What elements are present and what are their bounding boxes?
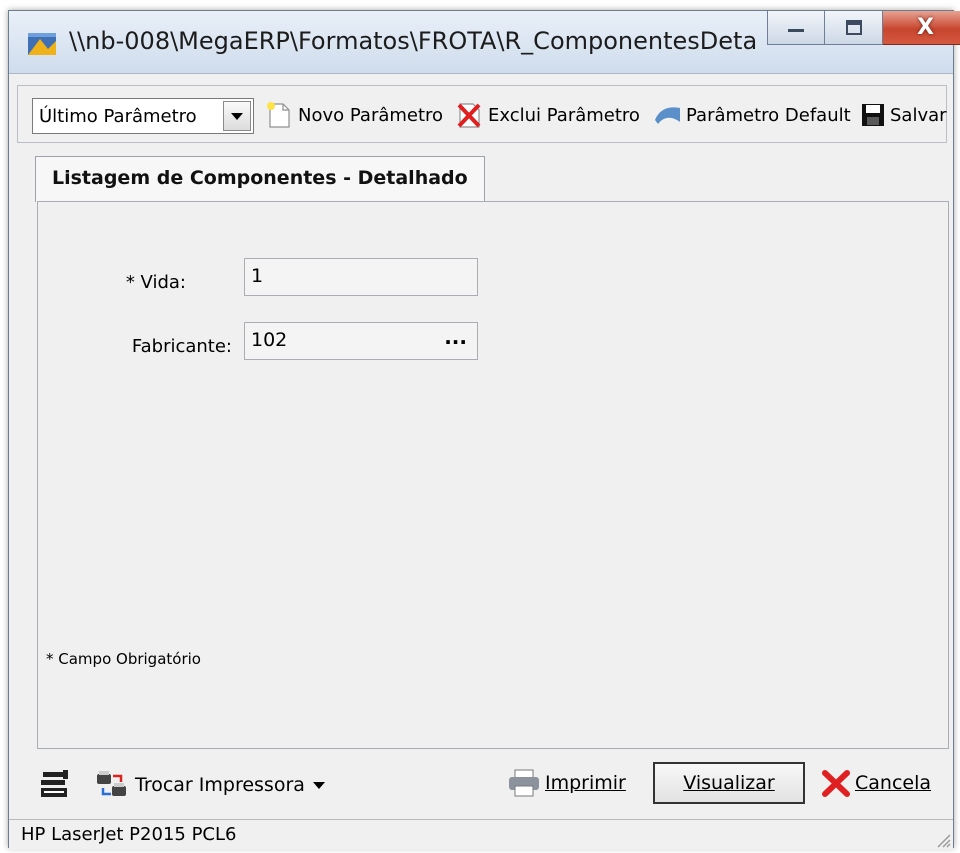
window-title: \\nb-008\MegaERP\Formatos\FROTA\R_Compon… — [69, 27, 759, 55]
current-printer: HP LaserJet P2015 PCL6 — [21, 824, 237, 845]
printer-setup-icon — [41, 770, 68, 797]
close-icon: X — [917, 15, 934, 40]
delete-parameter-label: Exclui Parâmetro — [488, 104, 640, 126]
vida-value: 1 — [251, 265, 264, 287]
floppy-disk-icon — [862, 104, 884, 126]
tab-panel: * Vida: 1 Fabricante: 102 ... * Campo Ob… — [37, 201, 949, 749]
new-parameter-button[interactable]: Novo Parâmetro — [264, 100, 443, 130]
preview-button[interactable]: Visualizar — [653, 762, 805, 804]
maximize-icon — [845, 19, 862, 35]
chevron-down-icon — [312, 782, 325, 789]
fabricante-field[interactable]: 102 ... — [244, 322, 478, 360]
print-button[interactable]: Imprimir — [507, 768, 626, 798]
save-button[interactable]: Salvar — [860, 100, 947, 130]
default-parameter-button[interactable]: Parâmetro Default — [652, 100, 851, 130]
parameter-select-arrow[interactable] — [223, 101, 251, 131]
required-field-note: * Campo Obrigatório — [46, 650, 201, 668]
parameter-select[interactable]: Último Parâmetro — [32, 98, 254, 134]
app-icon — [28, 33, 56, 55]
delete-parameter-button[interactable]: Exclui Parâmetro — [454, 100, 640, 130]
tab-listagem-componentes[interactable]: Listagem de Componentes - Detalhado — [35, 156, 485, 202]
print-label: Imprimir — [545, 772, 626, 794]
command-bar: Trocar Impressora Imprimir Visualizar Ca… — [9, 756, 953, 818]
printer-icon — [509, 769, 539, 797]
parameter-toolbar: Último Parâmetro Novo Parâmetro Exclui P… — [17, 85, 947, 143]
title-bar[interactable]: \\nb-008\MegaERP\Formatos\FROTA\R_Compon… — [9, 11, 960, 74]
printer-setup-button[interactable] — [39, 768, 71, 800]
new-parameter-label: Novo Parâmetro — [298, 104, 444, 126]
resize-grip-icon[interactable] — [935, 832, 951, 848]
minimize-icon — [788, 28, 804, 32]
status-bar: HP LaserJet P2015 PCL6 — [9, 819, 953, 850]
new-document-icon — [267, 102, 290, 128]
minimize-button[interactable] — [767, 11, 825, 45]
cancel-label: Cancela — [855, 772, 932, 794]
vida-field[interactable]: 1 — [244, 258, 478, 296]
default-parameter-label: Parâmetro Default — [686, 104, 851, 126]
fabricante-value: 102 — [251, 329, 288, 351]
delete-document-icon — [457, 103, 481, 128]
close-button[interactable]: X — [883, 11, 960, 45]
fabricante-lookup-button[interactable]: ... — [444, 325, 467, 349]
save-label: Salvar — [890, 104, 947, 126]
vida-label: * Vida: — [125, 272, 186, 293]
cancel-button[interactable]: Cancela — [821, 768, 931, 798]
report-window: \\nb-008\MegaERP\Formatos\FROTA\R_Compon… — [8, 10, 960, 850]
maximize-button[interactable] — [825, 11, 883, 45]
swap-printer-icon — [97, 771, 126, 796]
parameter-select-value: Último Parâmetro — [39, 106, 197, 127]
preview-label: Visualizar — [683, 772, 775, 794]
cancel-x-icon — [822, 770, 850, 797]
fabricante-label: Fabricante: — [131, 336, 232, 357]
window-controls: X — [767, 11, 960, 47]
change-printer-button[interactable]: Trocar Impressora — [95, 768, 325, 802]
chevron-down-icon — [231, 113, 243, 120]
change-printer-label: Trocar Impressora — [135, 774, 305, 796]
arrow-back-icon — [655, 107, 680, 124]
